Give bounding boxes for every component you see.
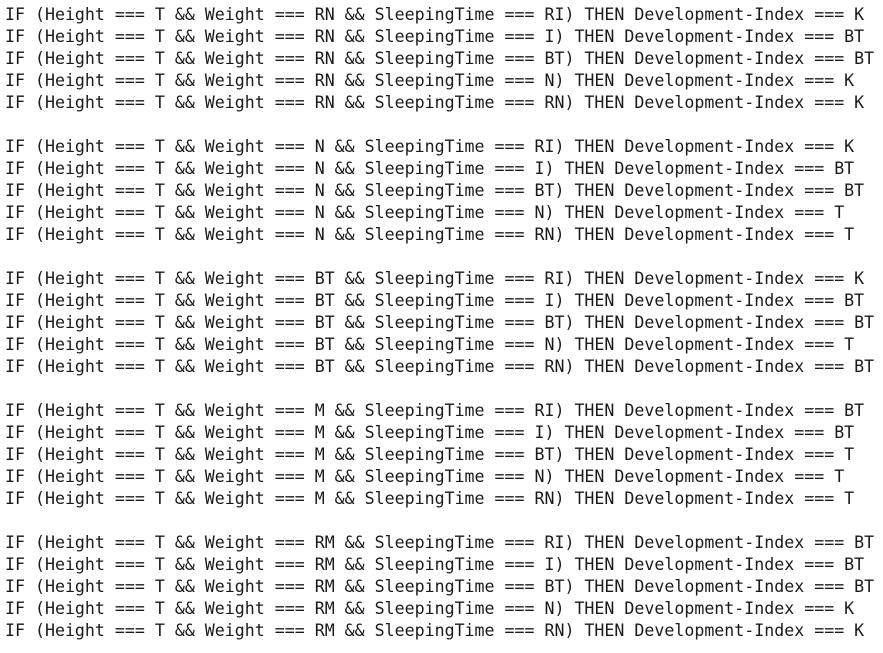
rule-line: IF (Height === T && Weight === RM && Sle… xyxy=(5,533,875,552)
rule-group-weight-n: IF (Height === T && Weight === N && Slee… xyxy=(5,136,883,246)
rule-line: IF (Height === T && Weight === BT && Sle… xyxy=(5,357,875,376)
rule-group-weight-m: IF (Height === T && Weight === M && Slee… xyxy=(5,400,883,510)
rule-line: IF (Height === T && Weight === RN && Sle… xyxy=(5,27,865,46)
rule-line: IF (Height === T && Weight === N && Slee… xyxy=(5,159,855,178)
rule-line: IF (Height === T && Weight === BT && Sle… xyxy=(5,291,865,310)
rule-line: IF (Height === T && Weight === RN && Sle… xyxy=(5,49,875,68)
rule-line: IF (Height === T && Weight === RN && Sle… xyxy=(5,71,855,90)
rule-line: IF (Height === T && Weight === BT && Sle… xyxy=(5,269,865,288)
rule-line: IF (Height === T && Weight === N && Slee… xyxy=(5,181,865,200)
rules-document: IF (Height === T && Weight === RN && Sle… xyxy=(0,0,883,653)
rule-group-weight-bt: IF (Height === T && Weight === BT && Sle… xyxy=(5,268,883,378)
rule-line: IF (Height === T && Weight === N && Slee… xyxy=(5,225,855,244)
rule-line: IF (Height === T && Weight === RM && Sle… xyxy=(5,555,865,574)
rule-line: IF (Height === T && Weight === N && Slee… xyxy=(5,137,855,156)
rule-line: IF (Height === T && Weight === RM && Sle… xyxy=(5,621,865,640)
rule-line: IF (Height === T && Weight === M && Slee… xyxy=(5,423,855,442)
rule-line: IF (Height === T && Weight === N && Slee… xyxy=(5,203,845,222)
rule-line: IF (Height === T && Weight === RN && Sle… xyxy=(5,93,865,112)
rule-group-weight-rm: IF (Height === T && Weight === RM && Sle… xyxy=(5,532,883,642)
rule-line: IF (Height === T && Weight === RN && Sle… xyxy=(5,5,865,24)
rule-line: IF (Height === T && Weight === M && Slee… xyxy=(5,467,845,486)
rule-line: IF (Height === T && Weight === M && Slee… xyxy=(5,401,865,420)
rule-line: IF (Height === T && Weight === BT && Sle… xyxy=(5,313,875,332)
rule-line: IF (Height === T && Weight === RM && Sle… xyxy=(5,599,855,618)
rule-line: IF (Height === T && Weight === M && Slee… xyxy=(5,445,855,464)
rule-line: IF (Height === T && Weight === M && Slee… xyxy=(5,489,855,508)
rule-line: IF (Height === T && Weight === RM && Sle… xyxy=(5,577,875,596)
rule-group-weight-rn: IF (Height === T && Weight === RN && Sle… xyxy=(5,4,883,114)
rule-line: IF (Height === T && Weight === BT && Sle… xyxy=(5,335,855,354)
